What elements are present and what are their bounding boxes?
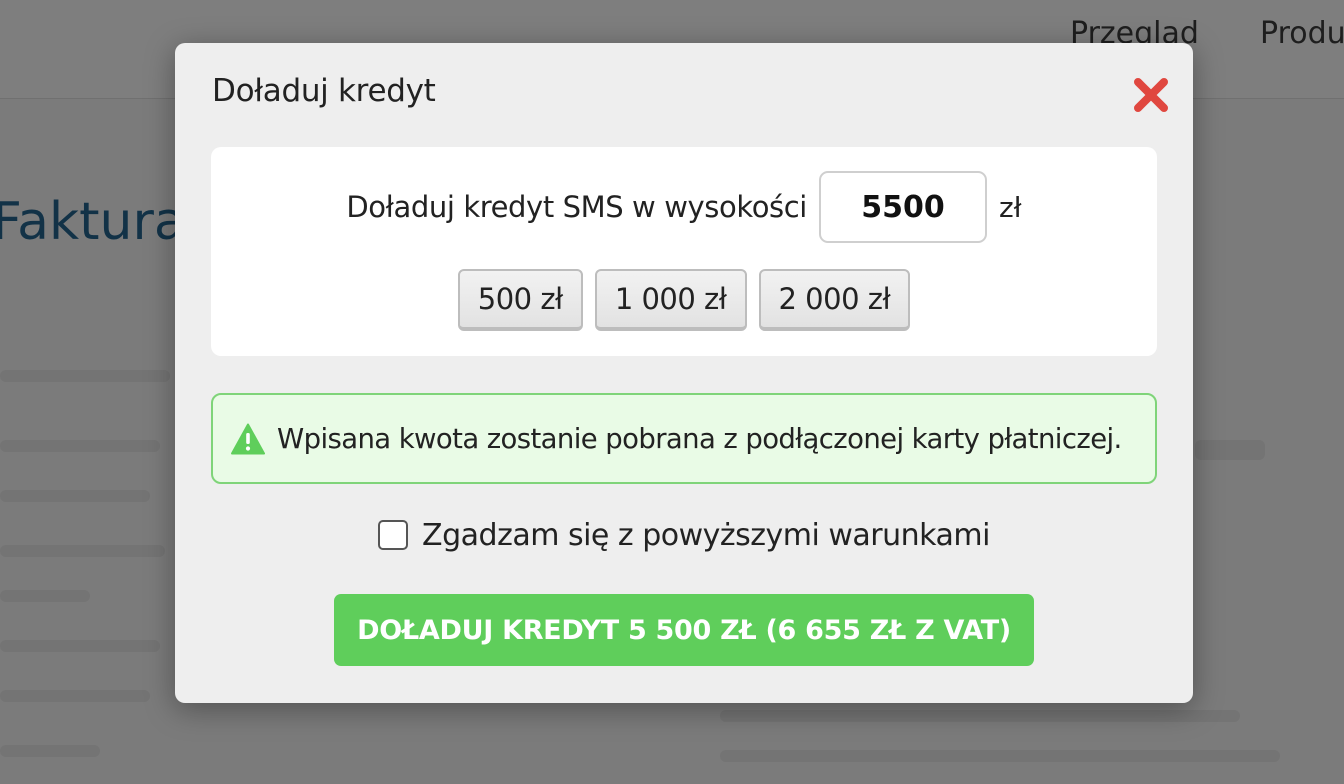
preset-buttons: 500 zł 1 000 zł 2 000 zł (211, 269, 1157, 331)
top-up-credit-dialog: Doładuj kredyt Doładuj kredyt SMS w wyso… (175, 43, 1193, 703)
background-blur-line (0, 690, 150, 702)
background-blur-line (0, 370, 170, 382)
agree-checkbox[interactable] (378, 520, 409, 550)
background-blur-line (720, 710, 1240, 722)
dialog-title: Doładuj kredyt (212, 73, 436, 109)
amount-card: Doładuj kredyt SMS w wysokości zł 500 zł… (211, 147, 1157, 356)
preset-2000-button[interactable]: 2 000 zł (758, 269, 911, 331)
payment-notice: Wpisana kwota zostanie pobrana z podłącz… (211, 393, 1157, 484)
agree-row: Zgadzam się z powyższymi warunkami (175, 513, 1193, 557)
preset-500-button[interactable]: 500 zł (457, 269, 583, 331)
background-blur-line (720, 750, 1280, 762)
amount-row: Doładuj kredyt SMS w wysokości zł (211, 171, 1157, 243)
background-blur-line (0, 640, 160, 652)
amount-label: Doładuj kredyt SMS w wysokości (346, 190, 807, 224)
background-blur-line (0, 745, 100, 757)
preset-1000-button[interactable]: 1 000 zł (594, 269, 747, 331)
top-up-submit-button[interactable]: DOŁADUJ KREDYT 5 500 ZŁ (6 655 ZŁ Z VAT) (334, 594, 1034, 666)
notice-text: Wpisana kwota zostanie pobrana z podłącz… (277, 422, 1122, 455)
background-blur-line (0, 545, 165, 557)
background-page-heading: Faktura (0, 192, 186, 252)
amount-unit: zł (998, 190, 1022, 224)
background-blur-line (0, 590, 90, 602)
warning-triangle-icon (231, 423, 265, 455)
nav-item-produ: Produ (1260, 16, 1344, 51)
close-icon[interactable] (1131, 75, 1171, 115)
background-blur-line (1195, 440, 1265, 460)
background-blur-line (0, 490, 150, 502)
amount-input[interactable] (818, 171, 987, 243)
background-blur-line (0, 440, 160, 452)
agree-label[interactable]: Zgadzam się z powyższymi warunkami (422, 518, 990, 553)
